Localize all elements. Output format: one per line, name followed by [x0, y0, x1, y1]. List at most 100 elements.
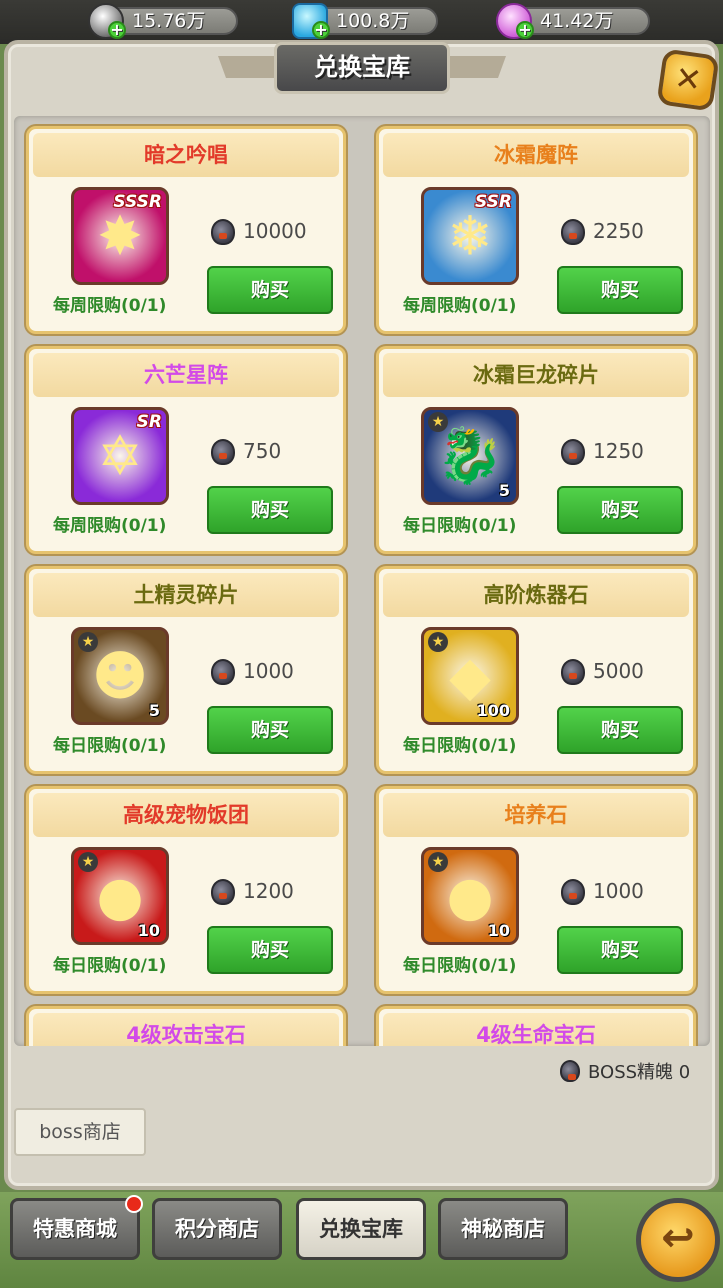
item-art-icon: ☻	[91, 644, 149, 708]
item-card: 土精灵碎片 ☻ ★ 5 1000 购买每日限购(0/1)	[26, 566, 346, 774]
item-name: 冰霜魔阵	[383, 133, 689, 177]
item-price: 5000	[593, 659, 644, 683]
boss-soul-icon	[560, 1060, 580, 1082]
buy-button[interactable]: 购买	[207, 926, 333, 974]
buy-button[interactable]: 购买	[557, 926, 683, 974]
item-art-icon: ●	[446, 864, 494, 928]
item-art-icon: ✸	[97, 204, 143, 268]
buy-button[interactable]: 购买	[207, 706, 333, 754]
resource-coins[interactable]: + 15.76万	[88, 3, 238, 39]
tab-2[interactable]: 积分商店	[152, 1198, 282, 1260]
item-name: 4级攻击宝石	[33, 1013, 339, 1046]
back-arrow-icon: ↩	[661, 1215, 695, 1261]
item-price: 750	[243, 439, 282, 463]
boss-soul-icon	[211, 659, 235, 685]
boss-soul-icon	[211, 219, 235, 245]
tab-3[interactable]: 兑换宝库	[296, 1198, 426, 1260]
item-card: 冰霜巨龙碎片 🐉 ★ 5 1250 购买 每日限购(0/1)	[376, 346, 696, 554]
item-art-icon: ✡	[97, 424, 143, 488]
item-card: 冰霜魔阵 ❄ SSR 2250 购买每周限购(0/1)	[376, 126, 696, 334]
item-name: 土精灵碎片	[33, 573, 339, 617]
item-art-icon: ❄	[447, 204, 493, 268]
item-icon[interactable]: ● ★ 10	[421, 847, 519, 945]
resource-bar: + 15.76万 + 100.8万 + 41.42万	[0, 0, 723, 44]
resource-value: 15.76万	[132, 10, 206, 32]
star-icon: ★	[428, 852, 448, 872]
item-icon[interactable]: ◆ ★ 100	[421, 627, 519, 725]
purchase-limit: 每日限购(0/1)	[53, 736, 167, 756]
buy-button[interactable]: 购买	[557, 486, 683, 534]
add-icon[interactable]: +	[312, 21, 330, 39]
add-icon[interactable]: +	[108, 21, 126, 39]
tab-4[interactable]: 神秘商店	[438, 1198, 568, 1260]
tab-label: 兑换宝库	[319, 1217, 403, 1241]
boss-soul-icon	[561, 439, 585, 465]
rarity-badge: SSSR	[113, 192, 162, 212]
purchase-limit: 每周限购(0/1)	[53, 296, 167, 316]
item-icon[interactable]: ☻ ★ 5	[71, 627, 169, 725]
close-button[interactable]: ✕	[656, 48, 720, 112]
item-card: 暗之吟唱 ✸ SSSR 10000 购买每周限购(0/1)	[26, 126, 346, 334]
close-icon: ✕	[672, 58, 705, 100]
item-art-icon: ◆	[449, 644, 491, 708]
purchase-limit: 每周限购(0/1)	[403, 296, 517, 316]
back-button[interactable]: ↩	[636, 1198, 720, 1282]
boss-soul-icon	[561, 219, 585, 245]
boss-soul-icon	[561, 659, 585, 685]
item-price: 2250	[593, 219, 644, 243]
boss-shop-button[interactable]: boss商店	[14, 1108, 146, 1156]
item-name: 高级宠物饭团	[33, 793, 339, 837]
item-name: 暗之吟唱	[33, 133, 339, 177]
item-count: 5	[498, 481, 510, 500]
item-card: 六芒星阵 ✡ SR 750 购买每周限购(0/1)	[26, 346, 346, 554]
rarity-badge: SR	[136, 412, 162, 432]
item-price: 1200	[243, 879, 294, 903]
tab-label: 积分商店	[175, 1217, 259, 1241]
tab-1[interactable]: 特惠商城	[10, 1195, 143, 1260]
item-card: 4级攻击宝石	[26, 1006, 346, 1046]
item-count: 10	[487, 921, 510, 940]
boss-currency: BOSS精魄 0	[560, 1056, 690, 1084]
purchase-limit: 每周限购(0/1)	[53, 516, 167, 536]
buy-button[interactable]: 购买	[207, 486, 333, 534]
item-name: 4级生命宝石	[383, 1013, 689, 1046]
rarity-badge: SSR	[475, 192, 512, 212]
item-name: 高阶炼器石	[383, 573, 689, 617]
notification-dot	[125, 1195, 143, 1213]
item-count: 5	[148, 701, 160, 720]
purchase-limit: 每日限购(0/1)	[403, 516, 517, 536]
item-price: 1000	[243, 659, 294, 683]
item-list[interactable]: 暗之吟唱 ✸ SSSR 10000 购买 每周限购(0/1) 冰霜魔阵 ❄ SSR 2250 购买每…	[14, 116, 710, 1046]
item-price: 10000	[243, 219, 307, 243]
resource-diamonds[interactable]: + 100.8万	[292, 3, 438, 39]
item-card: 高阶炼器石 ◆ ★ 100 5000 购买 每日限购(0/1)	[376, 566, 696, 774]
star-icon: ★	[78, 852, 98, 872]
item-card: 培养石 ● ★ 10 1000 购买每日限购(0/1)	[376, 786, 696, 994]
resource-shells[interactable]: + 41.42万	[496, 3, 650, 39]
boss-soul-icon	[211, 439, 235, 465]
item-count: 100	[476, 701, 510, 720]
item-price: 1000	[593, 879, 644, 903]
item-icon[interactable]: ✡ SR	[71, 407, 169, 505]
tab-label: 神秘商店	[461, 1217, 545, 1241]
resource-value: 41.42万	[540, 10, 614, 32]
buy-button[interactable]: 购买	[557, 266, 683, 314]
add-icon[interactable]: +	[516, 21, 534, 39]
star-icon: ★	[78, 632, 98, 652]
item-icon[interactable]: 🐉 ★ 5	[421, 407, 519, 505]
item-card: 高级宠物饭团 ● ★ 10 1200 购买每日限购(0/1)	[26, 786, 346, 994]
item-icon[interactable]: ● ★ 10	[71, 847, 169, 945]
item-name: 六芒星阵	[33, 353, 339, 397]
buy-button[interactable]: 购买	[207, 266, 333, 314]
item-name: 培养石	[383, 793, 689, 837]
item-icon[interactable]: ✸ SSSR	[71, 187, 169, 285]
item-name: 冰霜巨龙碎片	[383, 353, 689, 397]
purchase-limit: 每日限购(0/1)	[403, 956, 517, 976]
star-icon: ★	[428, 412, 448, 432]
boss-currency-label: BOSS精魄 0	[588, 1062, 691, 1083]
buy-button[interactable]: 购买	[557, 706, 683, 754]
item-icon[interactable]: ❄ SSR	[421, 187, 519, 285]
item-art-icon: ●	[96, 864, 144, 928]
purchase-limit: 每日限购(0/1)	[53, 956, 167, 976]
boss-soul-icon	[211, 879, 235, 905]
